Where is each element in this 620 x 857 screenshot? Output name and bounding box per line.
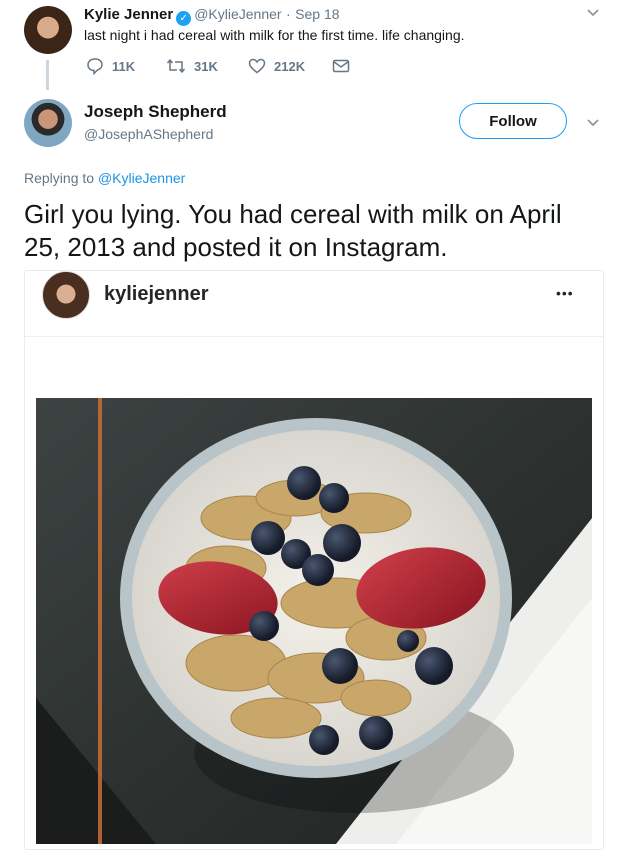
like-action[interactable]: 212K bbox=[248, 58, 332, 74]
retweet-count: 31K bbox=[194, 58, 218, 74]
envelope-icon bbox=[332, 59, 350, 73]
heart-icon bbox=[248, 58, 266, 74]
tweet1-actions: 11K 31K 212K bbox=[86, 57, 350, 75]
replying-to-handle[interactable]: @KylieJenner bbox=[98, 170, 185, 186]
tweet2-text: Girl you lying. You had cereal with milk… bbox=[24, 199, 562, 262]
cereal-photo bbox=[36, 398, 592, 844]
retweet-action[interactable]: 31K bbox=[166, 58, 248, 74]
follow-button[interactable]: Follow bbox=[459, 103, 567, 139]
verified-badge-icon: ✓ bbox=[176, 11, 192, 26]
tweet1-separator: · bbox=[286, 6, 291, 22]
tweet1-author-name[interactable]: Kylie Jenner bbox=[84, 6, 173, 23]
tweet1-text: last night i had cereal with milk for th… bbox=[84, 27, 465, 43]
retweet-icon bbox=[166, 58, 186, 74]
reply-action[interactable]: 11K bbox=[86, 57, 166, 75]
cereal-bowl-illustration bbox=[36, 398, 592, 844]
replying-to-line: Replying to @KylieJenner bbox=[24, 170, 185, 186]
thread-connector bbox=[46, 60, 49, 90]
tweet1-date[interactable]: Sep 18 bbox=[295, 6, 339, 22]
kylie-avatar[interactable] bbox=[24, 6, 72, 54]
tweet1-header: Kylie Jenner ✓ @KylieJenner · Sep 18 bbox=[84, 6, 340, 26]
reply-count: 11K bbox=[112, 58, 136, 74]
chevron-down-icon[interactable] bbox=[586, 116, 600, 133]
dm-action[interactable] bbox=[332, 59, 350, 73]
card-divider bbox=[25, 336, 603, 337]
replying-prefix: Replying to bbox=[24, 170, 95, 186]
like-count: 212K bbox=[274, 58, 306, 74]
chevron-down-icon[interactable] bbox=[586, 6, 600, 23]
instagram-username[interactable]: kyliejenner bbox=[104, 283, 209, 306]
instagram-avatar[interactable] bbox=[42, 271, 90, 319]
speech-bubble-icon bbox=[87, 58, 103, 75]
tweet2-handle[interactable]: @JosephAShepherd bbox=[84, 126, 213, 142]
joseph-avatar[interactable] bbox=[24, 99, 72, 147]
more-options-icon[interactable]: ••• bbox=[556, 285, 574, 301]
tweet2-author-name[interactable]: Joseph Shepherd bbox=[84, 102, 227, 122]
tweet1-handle[interactable]: @KylieJenner bbox=[194, 6, 281, 22]
